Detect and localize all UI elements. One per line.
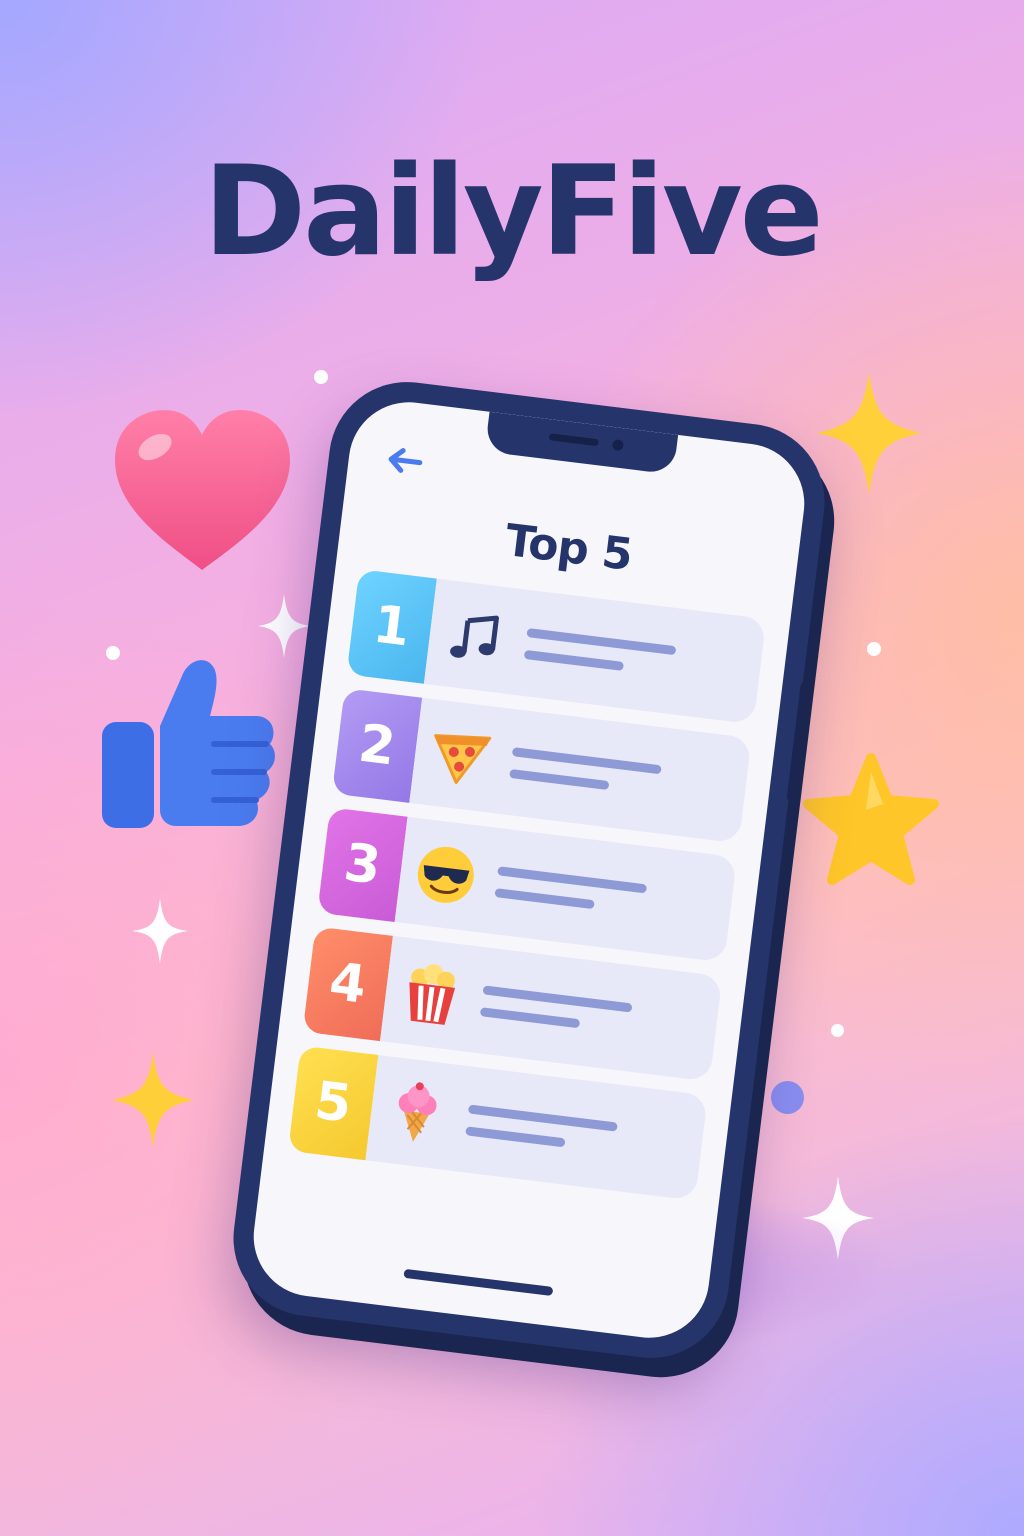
rank-badge: 1	[346, 569, 437, 684]
rank-badge: 3	[317, 807, 408, 923]
placeholder-line	[479, 1007, 581, 1029]
app-title: DailyFive	[203, 140, 824, 284]
pizza-icon	[434, 734, 492, 784]
item-card	[394, 816, 738, 963]
ice-cream-icon	[398, 1082, 437, 1142]
sunglasses-emoji-icon	[417, 846, 474, 903]
decor-dot	[867, 642, 881, 656]
sparkle-icon	[817, 372, 921, 494]
speaker	[548, 433, 600, 447]
music-note-icon	[450, 615, 499, 658]
phone-screen: Top 5 1 2 3 4 5	[246, 395, 812, 1345]
placeholder-line	[526, 628, 677, 656]
notch	[484, 411, 679, 475]
star-icon	[803, 753, 939, 885]
rank-badge: 2	[331, 688, 423, 803]
placeholder-line	[509, 768, 610, 791]
sparkle-icon	[132, 898, 188, 964]
sparkle-icon	[112, 1052, 194, 1148]
decor-dot	[831, 1024, 844, 1037]
camera	[611, 439, 625, 452]
arrow-left-icon	[388, 448, 423, 473]
decor-dot	[314, 370, 328, 384]
thumbs-up-icon	[102, 660, 275, 828]
placeholder-line	[467, 1104, 618, 1132]
placeholder-line	[511, 747, 662, 775]
sparkle-icon	[258, 594, 310, 658]
item-card	[365, 1055, 708, 1201]
placeholder-line	[497, 866, 648, 894]
home-indicator[interactable]	[403, 1268, 554, 1297]
decor-dot	[771, 1081, 804, 1114]
placeholder-line	[523, 649, 625, 671]
rank-badge: 4	[302, 926, 393, 1042]
back-button[interactable]	[383, 444, 426, 479]
item-card	[423, 578, 767, 725]
item-card	[380, 935, 723, 1082]
heart-icon	[115, 410, 290, 570]
item-card	[409, 697, 752, 844]
placeholder-line	[465, 1126, 566, 1148]
popcorn-icon	[409, 964, 456, 1025]
top-five-list: 1 2 3 4 5	[286, 569, 767, 1214]
placeholder-line	[482, 985, 633, 1013]
placeholder-line	[494, 888, 595, 910]
rank-badge: 5	[287, 1045, 379, 1161]
